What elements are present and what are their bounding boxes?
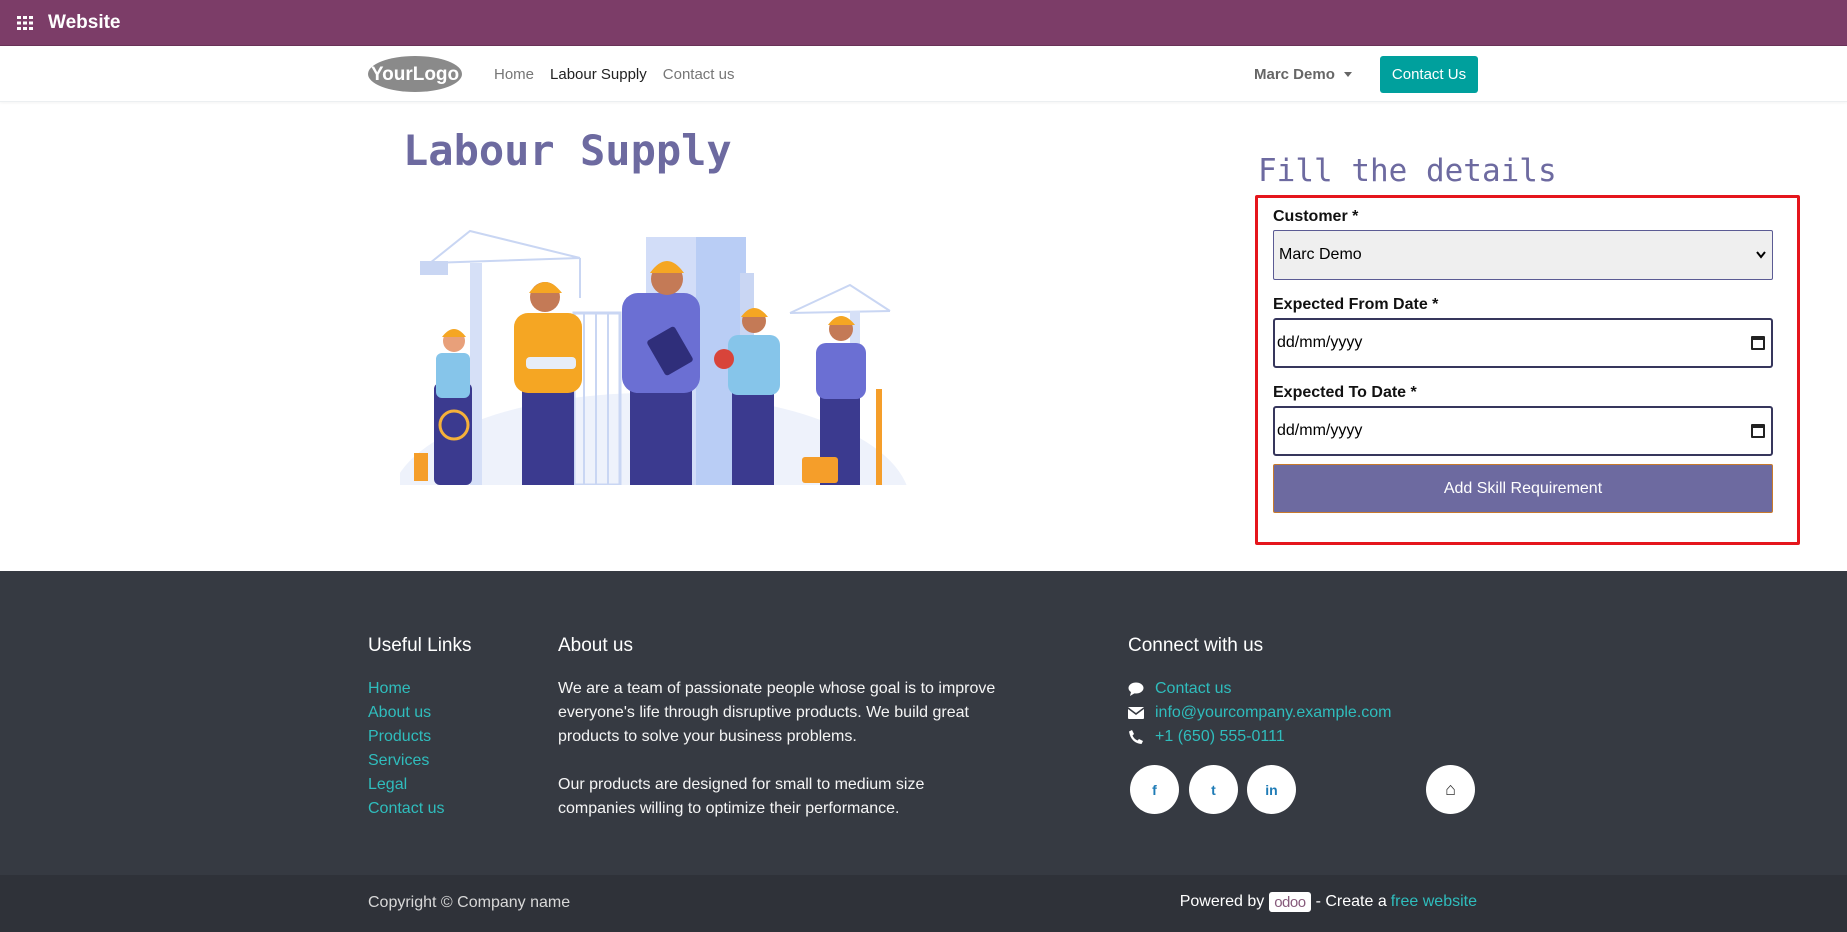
date-placeholder: dd/mm/yyyy: [1277, 422, 1363, 439]
connect-item-email: info@yourcompany.example.com: [1127, 701, 1392, 725]
powered-by: Powered by odoo - Create a free website: [1180, 892, 1477, 912]
connect-phone-link[interactable]: +1 (650) 555-0111: [1155, 728, 1285, 746]
page-title: Labour Supply: [403, 126, 732, 175]
website-navbar: YourLogo Home Labour Supply Contact us M…: [0, 46, 1847, 102]
expected-to-date-input[interactable]: dd/mm/yyyy: [1273, 406, 1773, 456]
chevron-down-icon: [1343, 71, 1352, 77]
calendar-icon[interactable]: [1751, 424, 1765, 438]
odoo-wordmark: odoo: [1274, 893, 1306, 911]
phone-icon: [1127, 729, 1145, 745]
expected-to-date-label: Expected To Date *: [1273, 384, 1417, 401]
connect-email-link[interactable]: info@yourcompany.example.com: [1155, 704, 1392, 722]
app-title: Website: [48, 11, 121, 33]
twitter-icon[interactable]: t: [1189, 765, 1238, 814]
about-line: Our products are designed for small to m…: [558, 776, 925, 793]
about-line: everyone's life through disruptive produ…: [558, 704, 969, 721]
footer-link-about-us[interactable]: About us: [368, 701, 444, 725]
footer-link-home[interactable]: Home: [368, 677, 444, 701]
about-spacer: [558, 749, 1018, 773]
chevron-down-icon: [1756, 246, 1766, 264]
customer-selected-value: Marc Demo: [1279, 246, 1362, 263]
footer-link-legal[interactable]: Legal: [368, 773, 444, 797]
powered-by-text: Powered by: [1179, 893, 1265, 910]
useful-links-title: Useful Links: [368, 635, 472, 656]
connect-list: Contact us info@yourcompany.example.com …: [1127, 677, 1392, 749]
nav-labour-supply[interactable]: Labour Supply: [550, 66, 647, 83]
construction-workers-illustration: [390, 213, 920, 613]
odoo-logo[interactable]: odoo: [1269, 892, 1311, 912]
main-menu: Home Labour Supply Contact us: [494, 46, 750, 102]
linkedin-icon[interactable]: in: [1247, 765, 1296, 814]
home-glyph: ⌂: [1445, 779, 1456, 799]
connect-contact-us-link[interactable]: Contact us: [1155, 680, 1231, 698]
calendar-icon[interactable]: [1751, 336, 1765, 350]
contact-us-button[interactable]: Contact Us: [1380, 56, 1478, 93]
user-name: Marc Demo: [1254, 65, 1335, 83]
facebook-glyph: f: [1152, 781, 1157, 798]
connect-with-us-title: Connect with us: [1128, 635, 1264, 656]
customer-label: Customer *: [1273, 208, 1359, 225]
envelope-icon: [1127, 705, 1145, 721]
expected-from-date-label: Expected From Date *: [1273, 296, 1439, 313]
company-logo[interactable]: YourLogo: [367, 54, 464, 94]
user-menu[interactable]: Marc Demo: [1254, 46, 1352, 102]
footer: Useful Links Home About us Products Serv…: [0, 571, 1847, 875]
expected-from-date-input[interactable]: dd/mm/yyyy: [1273, 318, 1773, 368]
svg-text:YourLogo: YourLogo: [371, 64, 459, 85]
about-line: We are a team of passionate people whose…: [558, 680, 996, 697]
about-line: companies willing to optimize their perf…: [558, 800, 900, 817]
copyright-bar: Copyright © Company name Powered by odoo…: [0, 875, 1847, 932]
copyright-text: Copyright © Company name: [368, 894, 571, 911]
useful-links-list: Home About us Products Services Legal Co…: [368, 677, 444, 821]
free-website-link[interactable]: free website: [1391, 893, 1477, 911]
create-a-text: - Create a: [1315, 893, 1387, 910]
connect-item-phone: +1 (650) 555-0111: [1127, 725, 1392, 749]
linkedin-glyph: in: [1265, 781, 1278, 798]
footer-link-products[interactable]: Products: [368, 725, 444, 749]
app-bar: Website: [0, 0, 1847, 46]
date-placeholder: dd/mm/yyyy: [1277, 334, 1363, 351]
form-heading: Fill the details: [1258, 153, 1557, 189]
about-us-text: We are a team of passionate people whose…: [558, 677, 1018, 821]
nav-contact-us[interactable]: Contact us: [663, 66, 735, 83]
connect-item-contact: Contact us: [1127, 677, 1392, 701]
home-icon[interactable]: ⌂: [1426, 765, 1475, 814]
customer-select[interactable]: Marc Demo: [1273, 230, 1773, 280]
footer-link-services[interactable]: Services: [368, 749, 444, 773]
footer-link-contact-us[interactable]: Contact us: [368, 797, 444, 821]
apps-grid-icon[interactable]: [14, 12, 36, 34]
chat-icon: [1127, 681, 1145, 697]
add-skill-requirement-button[interactable]: Add Skill Requirement: [1273, 464, 1773, 513]
nav-home[interactable]: Home: [494, 66, 534, 83]
about-line: products to solve your business problems…: [558, 728, 857, 745]
twitter-glyph: t: [1211, 781, 1216, 798]
facebook-icon[interactable]: f: [1130, 765, 1179, 814]
about-us-title: About us: [558, 635, 633, 656]
